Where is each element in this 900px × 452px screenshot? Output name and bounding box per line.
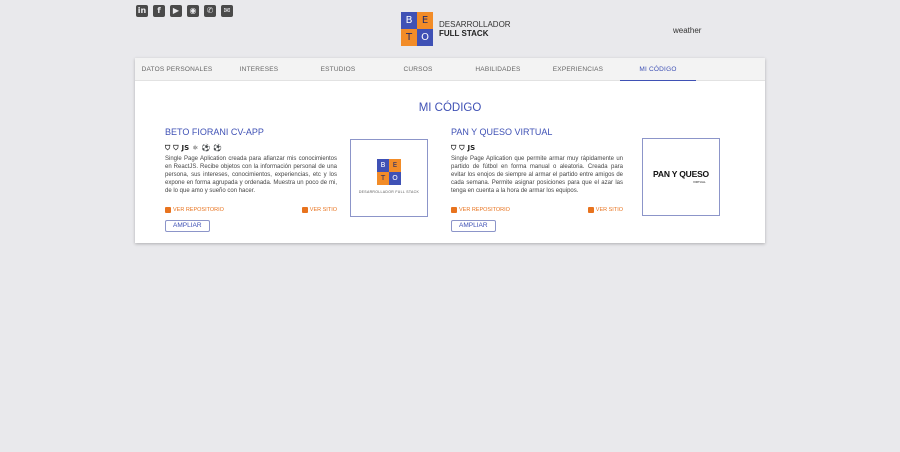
- tab-intereses[interactable]: INTERESES: [221, 58, 297, 81]
- site-link-label: VER SITIO: [309, 207, 337, 213]
- react-icon: ⚛: [192, 144, 199, 152]
- thumb-title: PAN Y QUESO: [653, 169, 709, 179]
- site-link[interactable]: VER SITIO: [587, 206, 623, 214]
- logo-letter: B: [401, 12, 417, 29]
- facebook-icon[interactable]: f: [153, 5, 165, 17]
- repo-icon: [451, 207, 457, 213]
- redux-icon: ⚽: [201, 144, 211, 152]
- logo-letter: T: [377, 172, 389, 185]
- main-card: DATOS PERSONALES INTERESES ESTUDIOS CURS…: [135, 58, 765, 243]
- site-logo[interactable]: B E T O DESARROLLADOR FULL STACK: [401, 12, 511, 46]
- logo-letter: B: [377, 159, 389, 172]
- logo-letter: E: [417, 12, 433, 29]
- site-icon: [587, 207, 594, 213]
- project-description: Single Page Aplication que permite armar…: [451, 156, 623, 194]
- tab-experiencias[interactable]: EXPERIENCIAS: [540, 58, 616, 81]
- tab-datos-personales[interactable]: DATOS PERSONALES: [139, 58, 215, 81]
- js-icon: JS: [181, 144, 190, 152]
- html5-icon: ⛉: [165, 144, 171, 152]
- logo-letter: O: [389, 172, 401, 185]
- project-thumbnail[interactable]: PAN Y QUESO VIRTUAL: [642, 138, 720, 216]
- site-link[interactable]: VER SITIO: [301, 206, 337, 214]
- project-links: VER REPOSITORIO VER SITIO: [165, 206, 337, 214]
- github-icon[interactable]: ◉: [187, 5, 199, 17]
- repo-link[interactable]: VER REPOSITORIO: [451, 206, 510, 214]
- project-links: VER REPOSITORIO VER SITIO: [451, 206, 623, 214]
- html5-icon: ⛉: [451, 144, 457, 152]
- ampliar-button[interactable]: AMPLIAR: [165, 220, 210, 232]
- weather-widget: weather: [673, 26, 702, 35]
- logo-line1: DESARROLLADOR: [439, 20, 511, 29]
- thumb-logo: B E T O: [377, 159, 401, 185]
- css3-icon: ⛉: [459, 144, 465, 152]
- site-icon: [301, 207, 308, 213]
- css3-icon: ⛉: [173, 144, 179, 152]
- tab-cursos[interactable]: CURSOS: [380, 58, 456, 81]
- logo-letter: T: [401, 29, 417, 46]
- js-icon: JS: [467, 144, 476, 152]
- logo-line2: FULL STACK: [439, 29, 489, 38]
- youtube-icon[interactable]: ▶: [170, 5, 182, 17]
- repo-link-label: VER REPOSITORIO: [173, 207, 224, 213]
- section-title: MI CÓDIGO: [418, 102, 482, 114]
- tab-habilidades[interactable]: HABILIDADES: [460, 58, 536, 81]
- whatsapp-icon[interactable]: ✆: [204, 5, 216, 17]
- repo-icon: [165, 207, 171, 213]
- thumb-caption: DESARROLLADOR FULL STACK: [358, 190, 420, 194]
- email-icon[interactable]: ✉: [221, 5, 233, 17]
- project-thumbnail[interactable]: B E T O DESARROLLADOR FULL STACK: [350, 139, 428, 217]
- social-links: in f ▶ ◉ ✆ ✉: [136, 5, 233, 17]
- repo-link-label: VER REPOSITORIO: [459, 207, 510, 213]
- logo-letter: O: [417, 29, 433, 46]
- ampliar-button[interactable]: AMPLIAR: [451, 220, 496, 232]
- tab-mi-codigo[interactable]: MI CÓDIGO: [620, 58, 696, 81]
- tab-estudios[interactable]: ESTUDIOS: [300, 58, 376, 81]
- logo-letter: E: [389, 159, 401, 172]
- repo-link[interactable]: VER REPOSITORIO: [165, 206, 224, 214]
- tab-bar: DATOS PERSONALES INTERESES ESTUDIOS CURS…: [135, 58, 765, 81]
- logo-mark: B E T O: [401, 12, 433, 46]
- project-description: Single Page Aplication creada para afian…: [165, 156, 337, 194]
- thumb-subtitle: VIRTUAL: [693, 180, 706, 184]
- linkedin-icon[interactable]: in: [136, 5, 148, 17]
- site-link-label: VER SITIO: [595, 207, 623, 213]
- logo-text: DESARROLLADOR FULL STACK: [439, 20, 511, 38]
- soccer-ball-icon: ⚽: [213, 144, 222, 152]
